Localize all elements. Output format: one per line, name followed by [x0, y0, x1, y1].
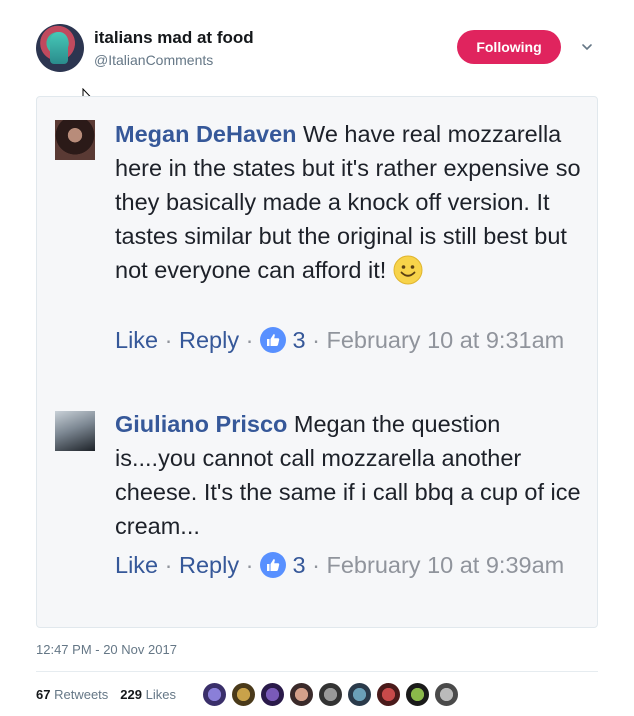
account-avatar[interactable]	[36, 24, 84, 72]
likes-stat[interactable]: 229 Likes	[120, 687, 176, 702]
chevron-down-icon[interactable]	[580, 40, 594, 54]
commenter-name: Giuliano Prisco	[115, 411, 288, 437]
like-link[interactable]: Like	[115, 327, 158, 353]
reaction-count: 3	[292, 552, 306, 578]
tweet-stats: 67 Retweets 229 Likes	[36, 687, 176, 702]
account-handle[interactable]: @ItalianComments	[94, 52, 213, 68]
reply-link[interactable]: Reply	[179, 552, 239, 578]
liker-avatar[interactable]	[202, 682, 227, 707]
comment-body: Megan DeHaven We have real mozzarella he…	[115, 117, 585, 287]
liker-avatar[interactable]	[434, 682, 459, 707]
liker-avatar[interactable]	[231, 682, 256, 707]
liker-avatar[interactable]	[405, 682, 430, 707]
commenter-name: Megan DeHaven	[115, 121, 297, 147]
display-name[interactable]: italians mad at food	[94, 28, 254, 48]
following-button[interactable]: Following	[457, 30, 561, 64]
comment-body: Giuliano Prisco Megan the question is...…	[115, 407, 585, 543]
reaction-count: 3	[292, 327, 306, 353]
retweets-label: Retweets	[54, 687, 109, 702]
retweets-stat[interactable]: 67 Retweets	[36, 687, 108, 702]
commenter-avatar	[55, 120, 95, 160]
comment-meta: Like · Reply · 3 · February 10 at 9:31am	[115, 327, 565, 353]
liker-avatar[interactable]	[289, 682, 314, 707]
thumbs-up-icon	[260, 552, 286, 578]
divider	[36, 671, 598, 672]
like-link[interactable]: Like	[115, 552, 158, 578]
liker-avatar[interactable]	[347, 682, 372, 707]
liker-avatar[interactable]	[260, 682, 285, 707]
tweet-header: italians mad at food @ItalianComments Fo…	[0, 0, 634, 90]
comment-date[interactable]: February 10 at 9:39am	[327, 552, 565, 578]
likes-count: 229	[120, 687, 142, 702]
thumbs-up-icon	[260, 327, 286, 353]
tweet-timestamp[interactable]: 12:47 PM - 20 Nov 2017	[36, 642, 177, 657]
comment-meta: Like · Reply · 3 · February 10 at 9:39am	[115, 552, 565, 578]
comment-screenshot[interactable]: Megan DeHaven We have real mozzarella he…	[36, 96, 598, 628]
liker-avatars	[202, 682, 459, 707]
comment-date[interactable]: February 10 at 9:31am	[327, 327, 565, 353]
liker-avatar[interactable]	[376, 682, 401, 707]
retweets-count: 67	[36, 687, 51, 702]
commenter-avatar	[55, 411, 95, 451]
likes-label: Likes	[145, 687, 176, 702]
reply-link[interactable]: Reply	[179, 327, 239, 353]
smiley-emoji-icon	[393, 255, 423, 285]
liker-avatar[interactable]	[318, 682, 343, 707]
